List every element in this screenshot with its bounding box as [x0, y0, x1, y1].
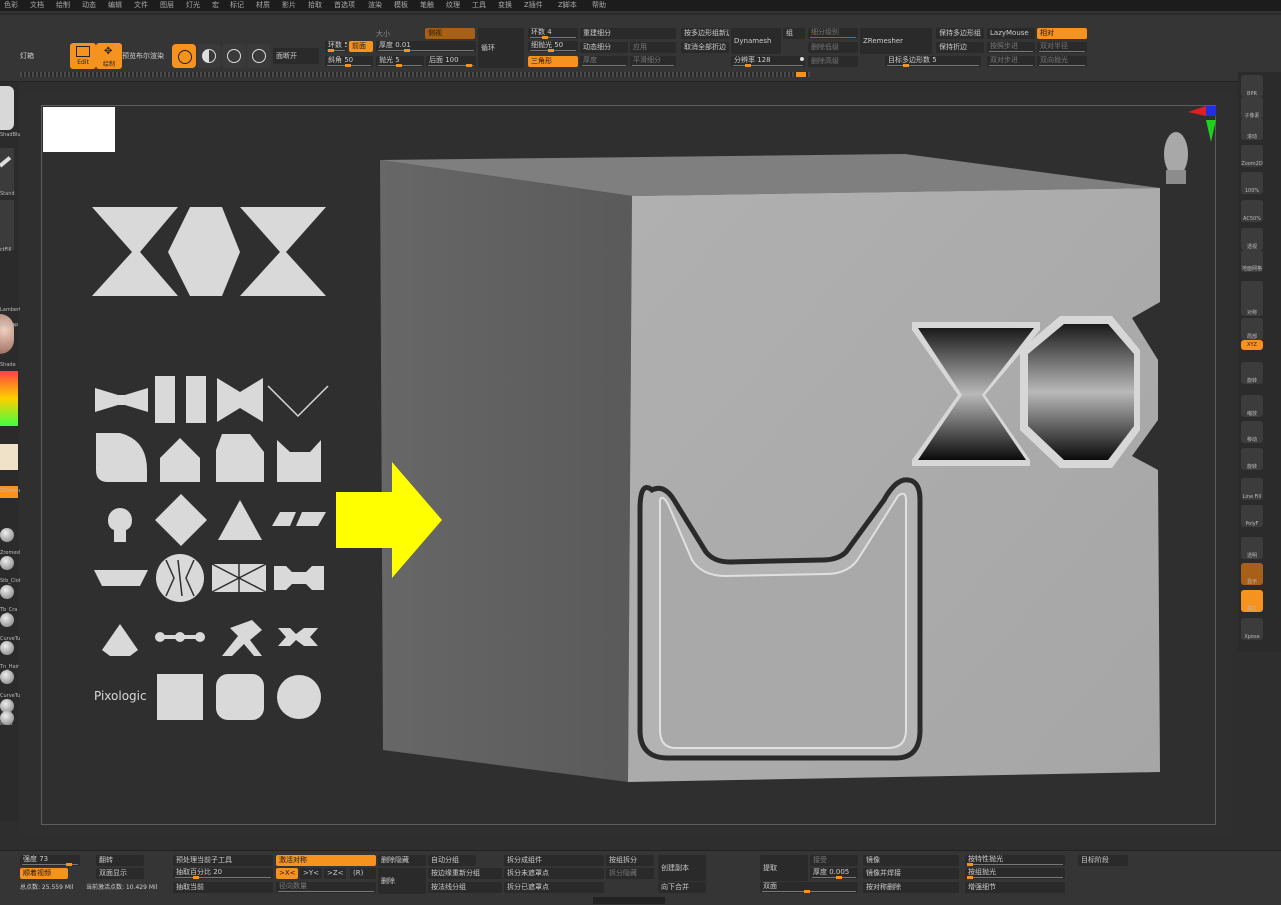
- viewport-svg: Pixologic: [92, 106, 1216, 782]
- status-total: 总点数: 25.559 Mil: [20, 884, 74, 891]
- group-by-edge-button[interactable]: 按边缘重新分组: [428, 868, 502, 879]
- split-hidden-button[interactable]: 拆分隐藏: [606, 868, 654, 879]
- cat-shape: [277, 440, 321, 482]
- radial-count-label: 径向数量: [279, 882, 307, 890]
- pixologic-logo-text: Pixologic: [94, 689, 147, 703]
- triangle-shape: [218, 500, 262, 540]
- parallelogram-shape-2: [296, 512, 326, 526]
- status-active: 当前激活点数: 10.429 Mil: [86, 884, 158, 891]
- axis-z-button[interactable]: >Z<: [324, 868, 346, 879]
- split-unmasked-button[interactable]: 拆分未遮罩点: [504, 868, 604, 879]
- axis-x-button[interactable]: >X<: [276, 868, 298, 879]
- double-label: 双面: [763, 882, 777, 890]
- intensity-slider[interactable]: 强度 73: [20, 855, 80, 866]
- enhance-detail-button[interactable]: 增强细节: [965, 882, 1065, 893]
- house-shape: [160, 438, 200, 482]
- preview-subtool-button[interactable]: 预处理当前子工具: [173, 855, 273, 866]
- bottom-scroll-handle[interactable]: [593, 897, 665, 904]
- extract-button[interactable]: 抽取当前: [173, 882, 273, 893]
- hexagon-cutout: [1028, 324, 1134, 460]
- zbrush-figure-shape: [222, 620, 262, 656]
- split-masked-button[interactable]: 拆分已遮罩点: [504, 882, 604, 893]
- extract-mesh-button[interactable]: 提取: [760, 855, 808, 881]
- double-button[interactable]: 双面显示: [96, 868, 144, 879]
- cube-left-face: [380, 160, 632, 782]
- flip-button[interactable]: 翻转: [96, 855, 144, 866]
- trapezoid-shape: [94, 570, 148, 586]
- polish-feature-label: 按特性抛光: [968, 855, 1003, 863]
- create-copy-button[interactable]: 创建副本: [658, 855, 706, 881]
- circle-shape: [277, 675, 321, 719]
- double-slider[interactable]: 双面: [760, 882, 858, 893]
- dumbbell-mid: [175, 632, 185, 642]
- merge-down-button[interactable]: 向下合并: [658, 882, 706, 893]
- mode-on-button[interactable]: 顺着视频: [20, 868, 68, 879]
- axis-z-icon: [1206, 106, 1216, 116]
- hourglass-shape-2: [240, 207, 326, 296]
- polish-groups-label: 按组抛光: [968, 868, 996, 876]
- rounded-triangle-shape: [102, 624, 138, 656]
- axis-y-icon: [1206, 120, 1216, 142]
- split-to-parts-button[interactable]: 拆分成组件: [504, 855, 604, 866]
- delete-hidden-button[interactable]: 删除隐藏: [378, 855, 426, 866]
- square-shape: [157, 674, 203, 720]
- delete-symmetry-button[interactable]: 按对称删除: [863, 882, 959, 893]
- target-level-button[interactable]: 目标阶段: [1078, 855, 1128, 866]
- extract-thickness-label: 厚度 0.005: [813, 868, 850, 876]
- parallelogram-shape: [272, 512, 296, 526]
- bar-shape: [155, 376, 175, 423]
- accept-button[interactable]: 接受: [810, 855, 858, 866]
- mini-xox-shape: [278, 628, 318, 646]
- activate-symmetry-button[interactable]: 激活对称: [276, 855, 376, 866]
- bar-shape-2: [186, 376, 206, 423]
- bulb-shape: [108, 508, 132, 542]
- mirror-button[interactable]: 镜像: [863, 855, 959, 866]
- hexagon-shape: [168, 207, 240, 296]
- stencil-group: [92, 207, 329, 720]
- orientation-head-icon[interactable]: [1164, 132, 1188, 184]
- bone-shape: [274, 566, 324, 590]
- split-by-group-button[interactable]: 按组拆分: [606, 855, 654, 866]
- intensity-label: 强度 73: [23, 855, 49, 863]
- octagon-shape: [216, 434, 264, 482]
- extract-ratio-label: 抽取百分比 20: [176, 868, 223, 876]
- polish-feature-slider[interactable]: 按特性抛光: [965, 855, 1065, 866]
- delete-button[interactable]: 删除: [378, 868, 426, 894]
- bowtie-shape: [95, 388, 148, 412]
- hourglass-shape: [92, 207, 178, 296]
- rounded-square-shape: [216, 674, 264, 720]
- ribbon-shape: [217, 378, 263, 422]
- extract-thickness-slider[interactable]: 厚度 0.005: [810, 868, 858, 879]
- axis-y-button[interactable]: >Y<: [300, 868, 322, 879]
- auto-group-button[interactable]: 自动分组: [428, 855, 476, 866]
- mirror-weld-button[interactable]: 镜像并焊接: [863, 868, 959, 879]
- chevron-shape: [267, 385, 329, 418]
- polish-groups-slider[interactable]: 按组抛光: [965, 868, 1065, 879]
- radial-button[interactable]: (R): [350, 868, 376, 879]
- axis-x-icon: [1188, 106, 1206, 116]
- extract-ratio-slider[interactable]: 抽取百分比 20: [173, 868, 273, 879]
- quarter-shape: [96, 433, 147, 482]
- group-by-normal-button[interactable]: 按法线分组: [428, 882, 502, 893]
- diamond-shape: [155, 494, 207, 546]
- dumbbell-end: [195, 632, 205, 642]
- radial-count-slider[interactable]: 径向数量: [276, 882, 376, 893]
